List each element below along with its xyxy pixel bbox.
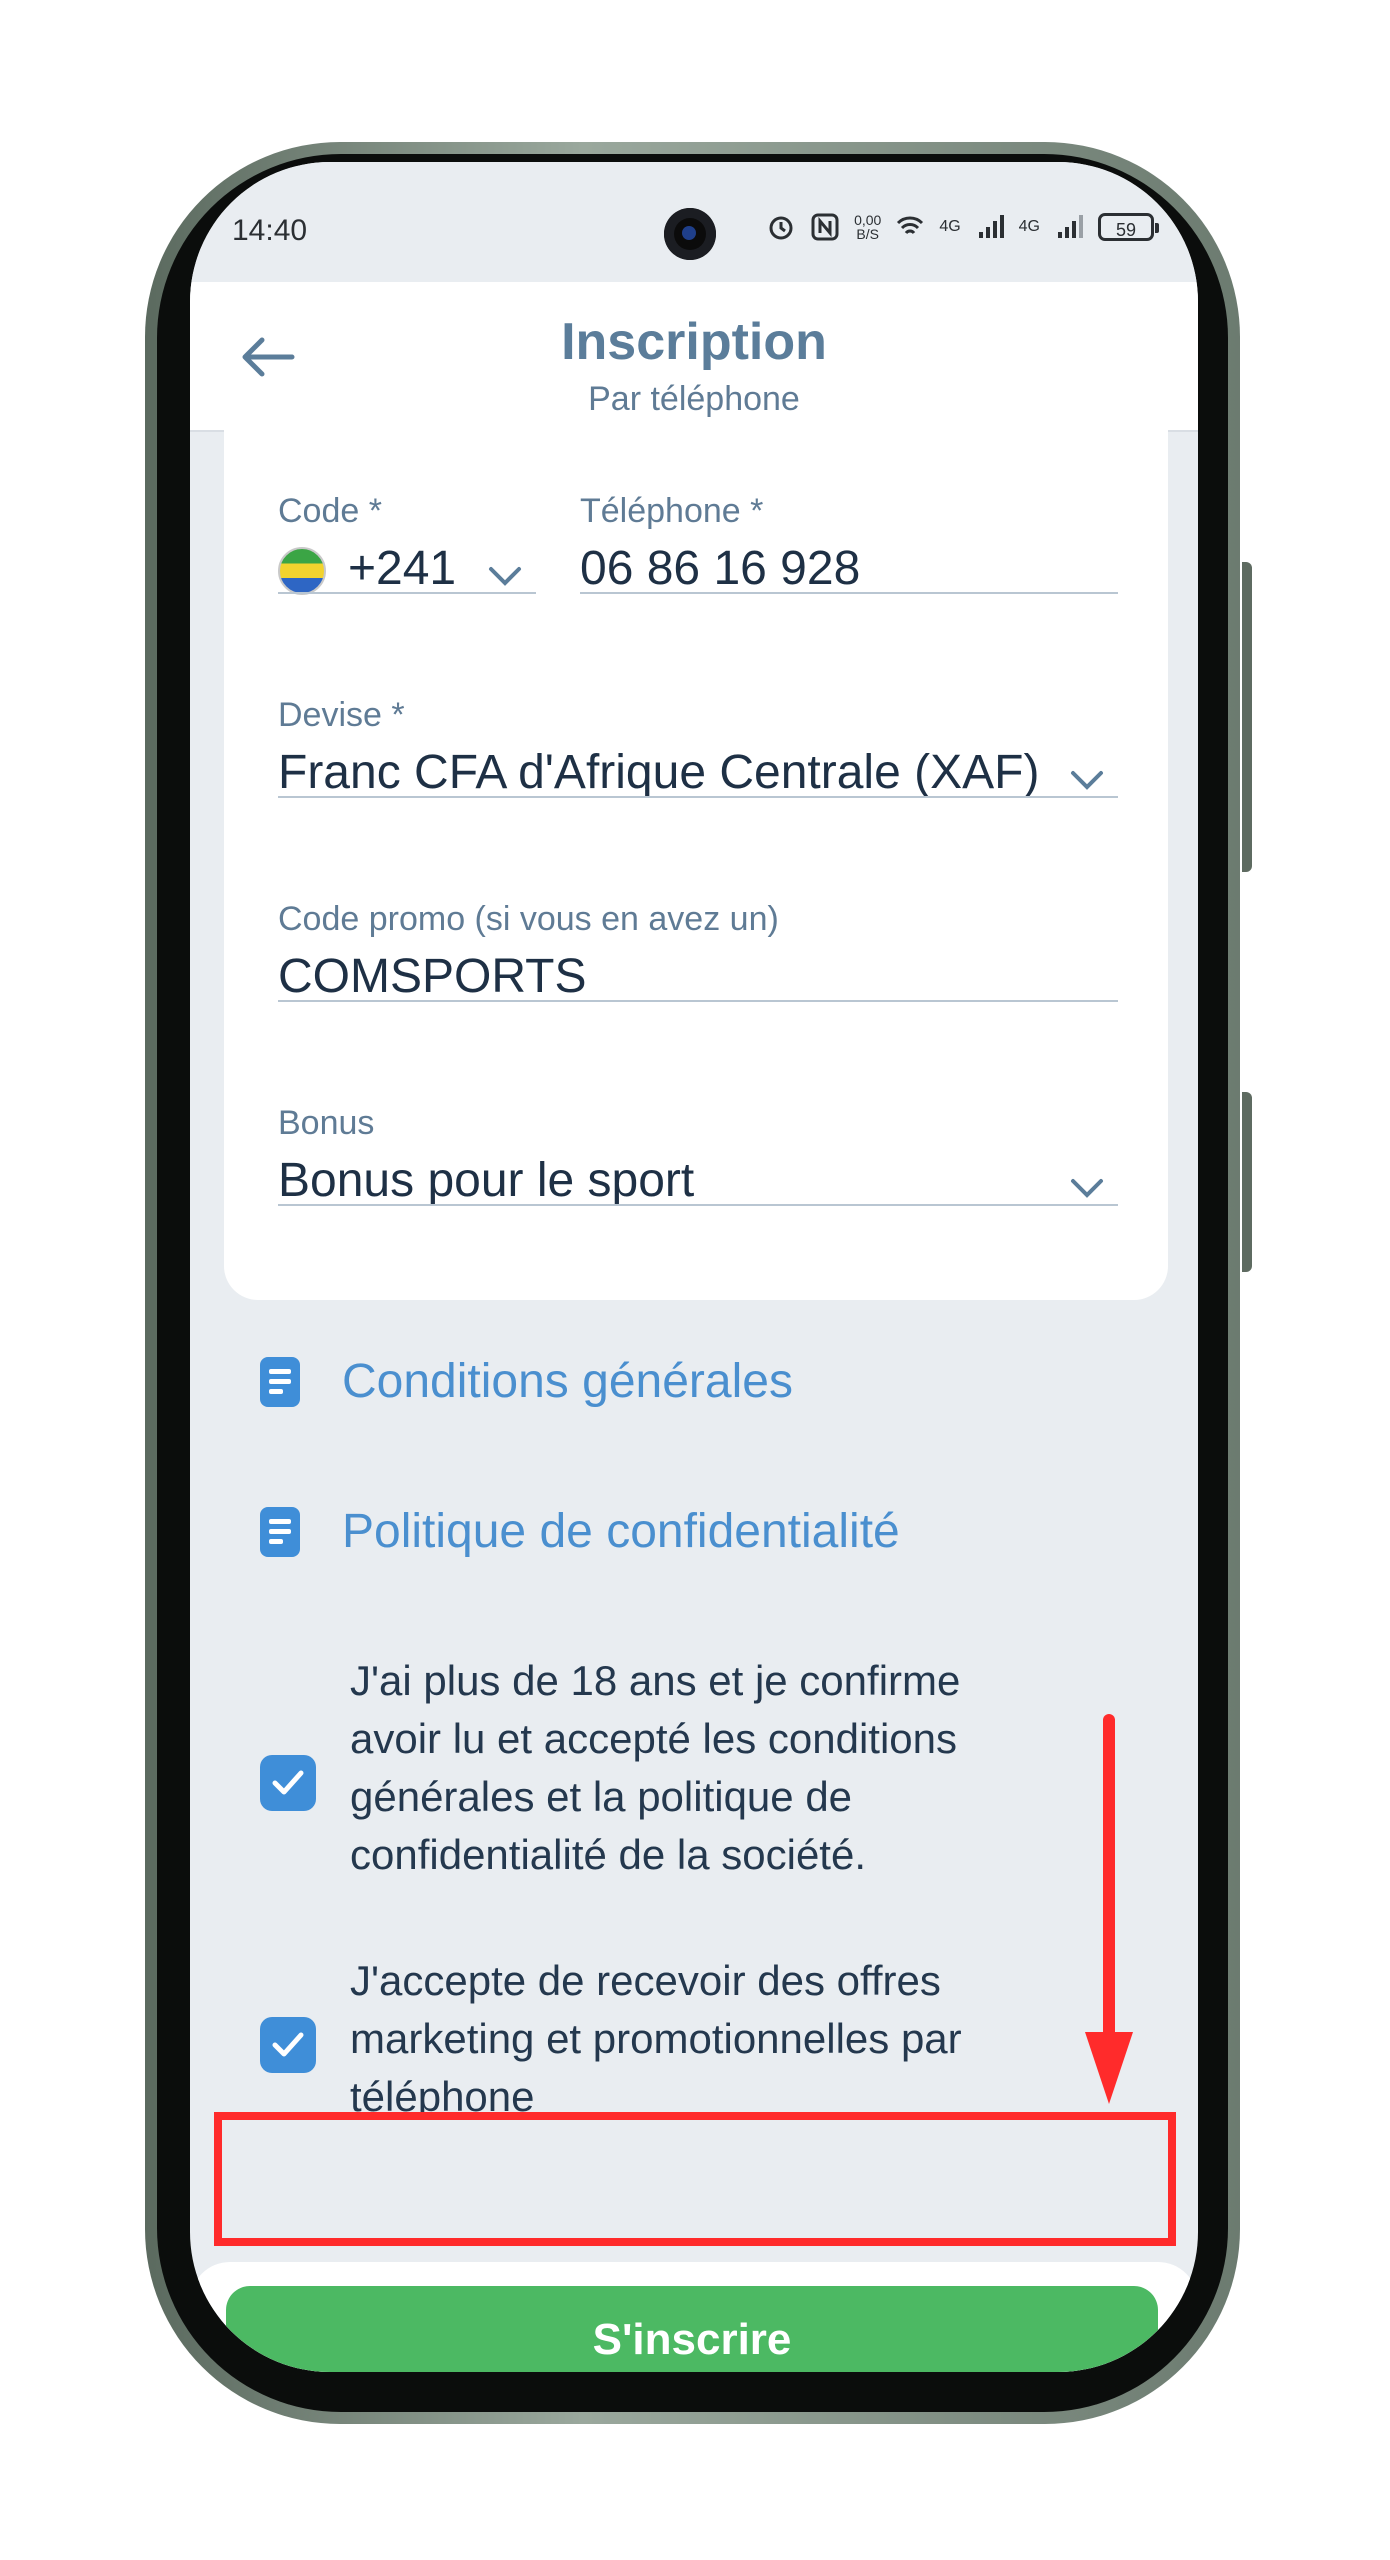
page-subtitle: Par téléphone <box>588 380 800 418</box>
document-icon <box>260 1506 300 1557</box>
phone-label: Téléphone * <box>580 492 764 530</box>
promo-code-input[interactable]: Code promo (si vous en avez un) COMSPORT… <box>278 900 1118 1004</box>
underline <box>580 592 1118 594</box>
marketing-checkbox[interactable] <box>260 2017 316 2073</box>
chevron-down-icon <box>1071 1179 1103 1198</box>
bonus-value: Bonus pour le sport <box>278 1154 695 1207</box>
signal-icon <box>978 215 1004 238</box>
country-code-select[interactable]: Code * +241 <box>278 492 536 596</box>
power-button <box>1242 1092 1252 1272</box>
currency-value: Franc CFA d'Afrique Centrale (XAF) <box>278 746 1040 799</box>
currency-label: Devise * <box>278 696 405 734</box>
promo-code-value[interactable]: COMSPORTS <box>278 949 1118 1004</box>
battery-icon: 59 <box>1098 213 1159 241</box>
underline <box>278 1000 1118 1002</box>
age-confirm-checkbox-row[interactable]: J'ai plus de 18 ans et je confirme avoir… <box>260 1652 1140 1892</box>
volume-button <box>1242 562 1252 872</box>
country-code-label: Code * <box>278 492 382 530</box>
document-icon <box>260 1356 300 1407</box>
chevron-down-icon <box>489 567 521 586</box>
alarm-icon <box>769 216 793 240</box>
marketing-text: J'accepte de recevoir des offres marketi… <box>350 1957 962 2120</box>
phone-input[interactable]: Téléphone * 06 86 16 928 <box>580 492 1118 596</box>
underline <box>278 796 1118 798</box>
red-arrow-annotation <box>1085 1714 1133 2104</box>
signal-label-2: 4G <box>1018 218 1040 235</box>
terms-link-label[interactable]: Conditions générales <box>342 1354 793 1409</box>
promo-code-label: Code promo (si vous en avez un) <box>278 900 779 938</box>
status-bar: 14:40 0,00 B/S 4G 4G 59 <box>190 162 1198 282</box>
bonus-select[interactable]: Bonus Bonus pour le sport <box>278 1104 1118 1207</box>
checkmark-icon <box>272 1770 304 1795</box>
wifi-icon <box>897 216 924 235</box>
country-code-value: +241 <box>348 542 457 595</box>
app-header: Inscription Par téléphone <box>190 282 1198 432</box>
currency-select[interactable]: Devise * Franc CFA d'Afrique Centrale (X… <box>278 696 1118 799</box>
signal-icon-2 <box>1058 215 1083 238</box>
net-speed: 0,00 B/S <box>854 212 882 242</box>
phone-value[interactable]: 06 86 16 928 <box>580 541 1118 596</box>
highlight-box <box>214 2112 1176 2246</box>
signal-label-1: 4G <box>939 218 961 235</box>
status-time: 14:40 <box>232 214 308 247</box>
status-icons: 0,00 B/S 4G 4G 59 <box>766 212 1159 242</box>
terms-link[interactable]: Conditions générales <box>260 1354 793 1409</box>
register-button[interactable]: S'inscrire <box>226 2286 1158 2372</box>
privacy-link[interactable]: Politique de confidentialité <box>260 1504 900 1559</box>
front-camera <box>664 208 716 260</box>
checkmark-icon <box>272 2032 304 2057</box>
underline <box>278 1204 1118 1206</box>
bonus-label: Bonus <box>278 1104 375 1142</box>
underline <box>278 592 536 594</box>
privacy-link-label[interactable]: Politique de confidentialité <box>342 1504 900 1559</box>
phone-screen: 14:40 0,00 B/S 4G 4G 59 Inscription Par … <box>190 162 1198 2372</box>
nfc-icon <box>811 213 839 241</box>
gabon-flag-icon <box>278 547 326 596</box>
age-confirm-text: J'ai plus de 18 ans et je confirme avoir… <box>350 1657 961 1878</box>
chevron-down-icon <box>1071 771 1103 790</box>
age-confirm-checkbox[interactable] <box>260 1755 316 1811</box>
page-title: Inscription <box>561 313 827 371</box>
